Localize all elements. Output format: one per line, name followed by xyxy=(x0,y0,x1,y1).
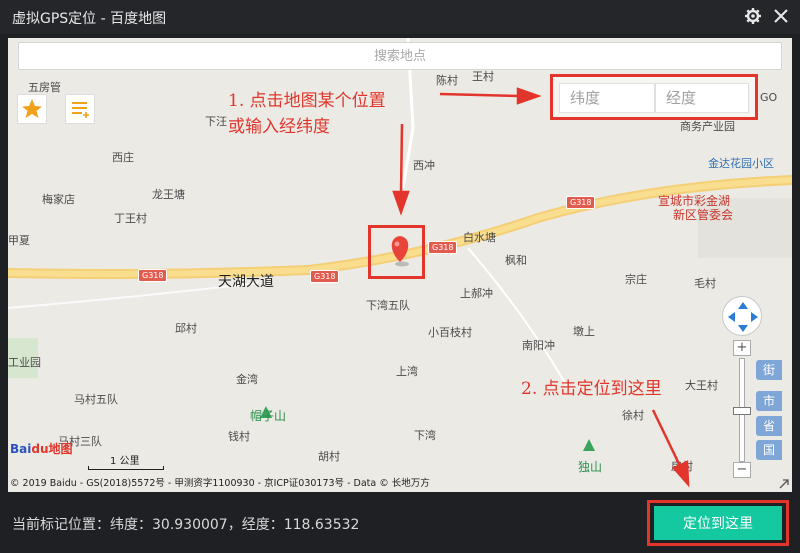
pan-arrows-icon xyxy=(728,302,758,332)
baidu-logo: Baidu地图 xyxy=(10,442,73,456)
level-tag-province[interactable]: 省 xyxy=(756,416,782,436)
zoom-out-button[interactable]: − xyxy=(733,462,751,478)
expand-icon[interactable] xyxy=(778,478,790,490)
marker-position-status: 当前标记位置：纬度：30.930007，经度：118.63532 xyxy=(12,517,360,533)
level-tag-street[interactable]: 街 xyxy=(756,360,782,380)
level-tag-city[interactable]: 市 xyxy=(756,391,782,411)
arrow-right-icon xyxy=(516,87,542,105)
zoom-in-button[interactable]: + xyxy=(733,340,751,356)
arrow-down-icon xyxy=(392,190,410,216)
arrow-down-right-icon xyxy=(671,460,690,488)
map-canvas[interactable]: 五房管 下汪 西庄 梅家店 龙王塘 丁王村 甲夏 陈村 王村 西冲 白水塘 枫和… xyxy=(8,38,792,492)
title-bar: 虚拟GPS定位 - 百度地图 xyxy=(0,0,800,34)
map-copyright: © 2019 Baidu - GS(2018)5572号 - 甲测资字11009… xyxy=(10,478,430,489)
zoom-thumb[interactable] xyxy=(733,407,751,415)
pan-control[interactable] xyxy=(722,296,762,336)
locate-here-button[interactable]: 定位到这里 xyxy=(654,506,782,540)
window-title: 虚拟GPS定位 - 百度地图 xyxy=(12,11,167,27)
zoom-control: + − xyxy=(733,340,751,480)
marker-highlight xyxy=(368,225,425,279)
close-icon[interactable] xyxy=(772,7,790,25)
level-tag-country[interactable]: 国 xyxy=(756,440,782,460)
scale-label: 1 公里 xyxy=(110,456,140,467)
gear-icon[interactable] xyxy=(744,7,762,25)
zoom-track[interactable] xyxy=(733,358,751,462)
